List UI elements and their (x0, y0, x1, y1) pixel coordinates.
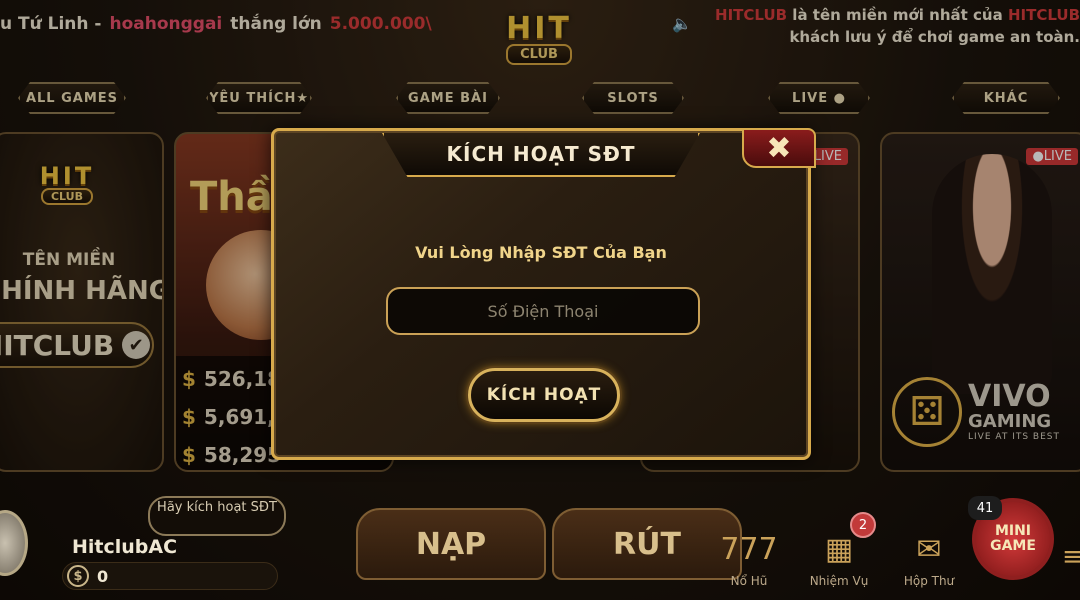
deposit-button[interactable]: NẠP (356, 508, 546, 580)
username: HitclubAC (72, 536, 178, 558)
activate-phone-hint[interactable]: Hãy kích hoạt SĐT (148, 496, 286, 536)
close-button[interactable]: ✖ (742, 128, 816, 168)
mailbox-button[interactable]: ✉ Hộp Thư (894, 530, 964, 588)
activate-phone-modal: KÍCH HOẠT SĐT ✖ Vui Lòng Nhập SĐT Của Bạ… (271, 128, 816, 460)
mission-button[interactable]: ▦ Nhiệm Vụ (804, 530, 874, 588)
modal-title: KÍCH HOẠT SĐT (382, 133, 700, 177)
slot-777-icon: 777 (720, 532, 778, 567)
balance-value: 0 (97, 566, 109, 586)
no-hu-label: Nổ Hũ (730, 574, 768, 588)
mission-label: Nhiệm Vụ (809, 574, 869, 588)
activate-button[interactable]: KÍCH HOẠT (468, 368, 620, 422)
phone-prompt: Vui Lòng Nhập SĐT Của Bạn (415, 243, 667, 262)
avatar[interactable] (0, 510, 28, 576)
phone-number-input[interactable] (386, 287, 700, 335)
balance-display: $ 0 (62, 562, 278, 590)
mailbox-label: Hộp Thư (903, 574, 955, 588)
close-icon: ✖ (766, 130, 792, 166)
no-hu-button[interactable]: 777 Nổ Hũ (714, 530, 784, 588)
mission-badge: 2 (850, 512, 876, 538)
mini-game-label: MINI GAME (990, 523, 1036, 554)
menu-icon[interactable]: ≡ (1062, 542, 1080, 572)
coin-icon: $ (67, 565, 89, 587)
bottom-bar: Hãy kích hoạt SĐT HitclubAC $ 0 NẠP RÚT … (0, 490, 1080, 600)
mini-game-count: 41 (968, 496, 1002, 520)
mail-icon: ✉ (916, 532, 942, 567)
